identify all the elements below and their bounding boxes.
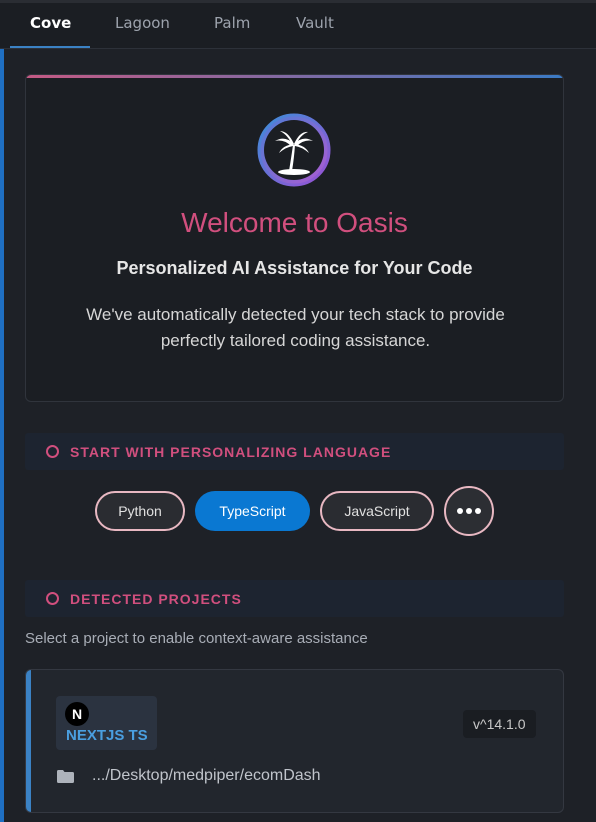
more-languages-button[interactable] (444, 486, 494, 536)
projects-hint: Select a project to enable context-aware… (25, 630, 368, 647)
language-javascript-button[interactable]: JavaScript (320, 491, 434, 531)
welcome-card: Welcome to Oasis Personalized AI Assista… (25, 74, 564, 402)
framework-badge: N NEXTJS TS (56, 696, 157, 750)
project-card-accent (26, 670, 31, 812)
tab-cove[interactable]: Cove (30, 14, 71, 32)
circle-icon (46, 592, 59, 605)
welcome-title: Welcome to Oasis (181, 207, 408, 238)
tab-vault[interactable]: Vault (296, 14, 334, 32)
language-section-header: START WITH PERSONALIZING LANGUAGE (25, 433, 564, 470)
tab-palm[interactable]: Palm (214, 14, 250, 32)
active-tab-indicator (10, 46, 90, 48)
panel-accent-bar (0, 49, 4, 822)
welcome-description: We've automatically detected your tech s… (86, 305, 505, 350)
card-gradient-line (26, 75, 563, 78)
welcome-subtitle: Personalized AI Assistance for Your Code (116, 258, 473, 278)
tab-bar: Cove Lagoon Palm Vault (0, 0, 596, 49)
language-python-button[interactable]: Python (95, 491, 185, 531)
project-card[interactable]: N NEXTJS TS v^14.1.0 .../Desktop/medpipe… (25, 669, 564, 813)
project-path: .../Desktop/medpiper/ecomDash (92, 767, 321, 784)
language-section-title: START WITH PERSONALIZING LANGUAGE (70, 444, 392, 460)
projects-section-header: DETECTED PROJECTS (25, 580, 564, 617)
projects-section-title: DETECTED PROJECTS (70, 591, 242, 607)
circle-icon (46, 445, 59, 458)
more-horizontal-icon (456, 508, 483, 514)
version-badge: v^14.1.0 (463, 710, 536, 738)
nextjs-logo-icon: N (65, 702, 89, 726)
folder-icon (57, 770, 74, 783)
framework-name: NEXTJS TS (66, 727, 148, 744)
palm-tree-icon (257, 113, 331, 187)
language-typescript-button[interactable]: TypeScript (195, 491, 310, 531)
tab-lagoon[interactable]: Lagoon (115, 14, 170, 32)
